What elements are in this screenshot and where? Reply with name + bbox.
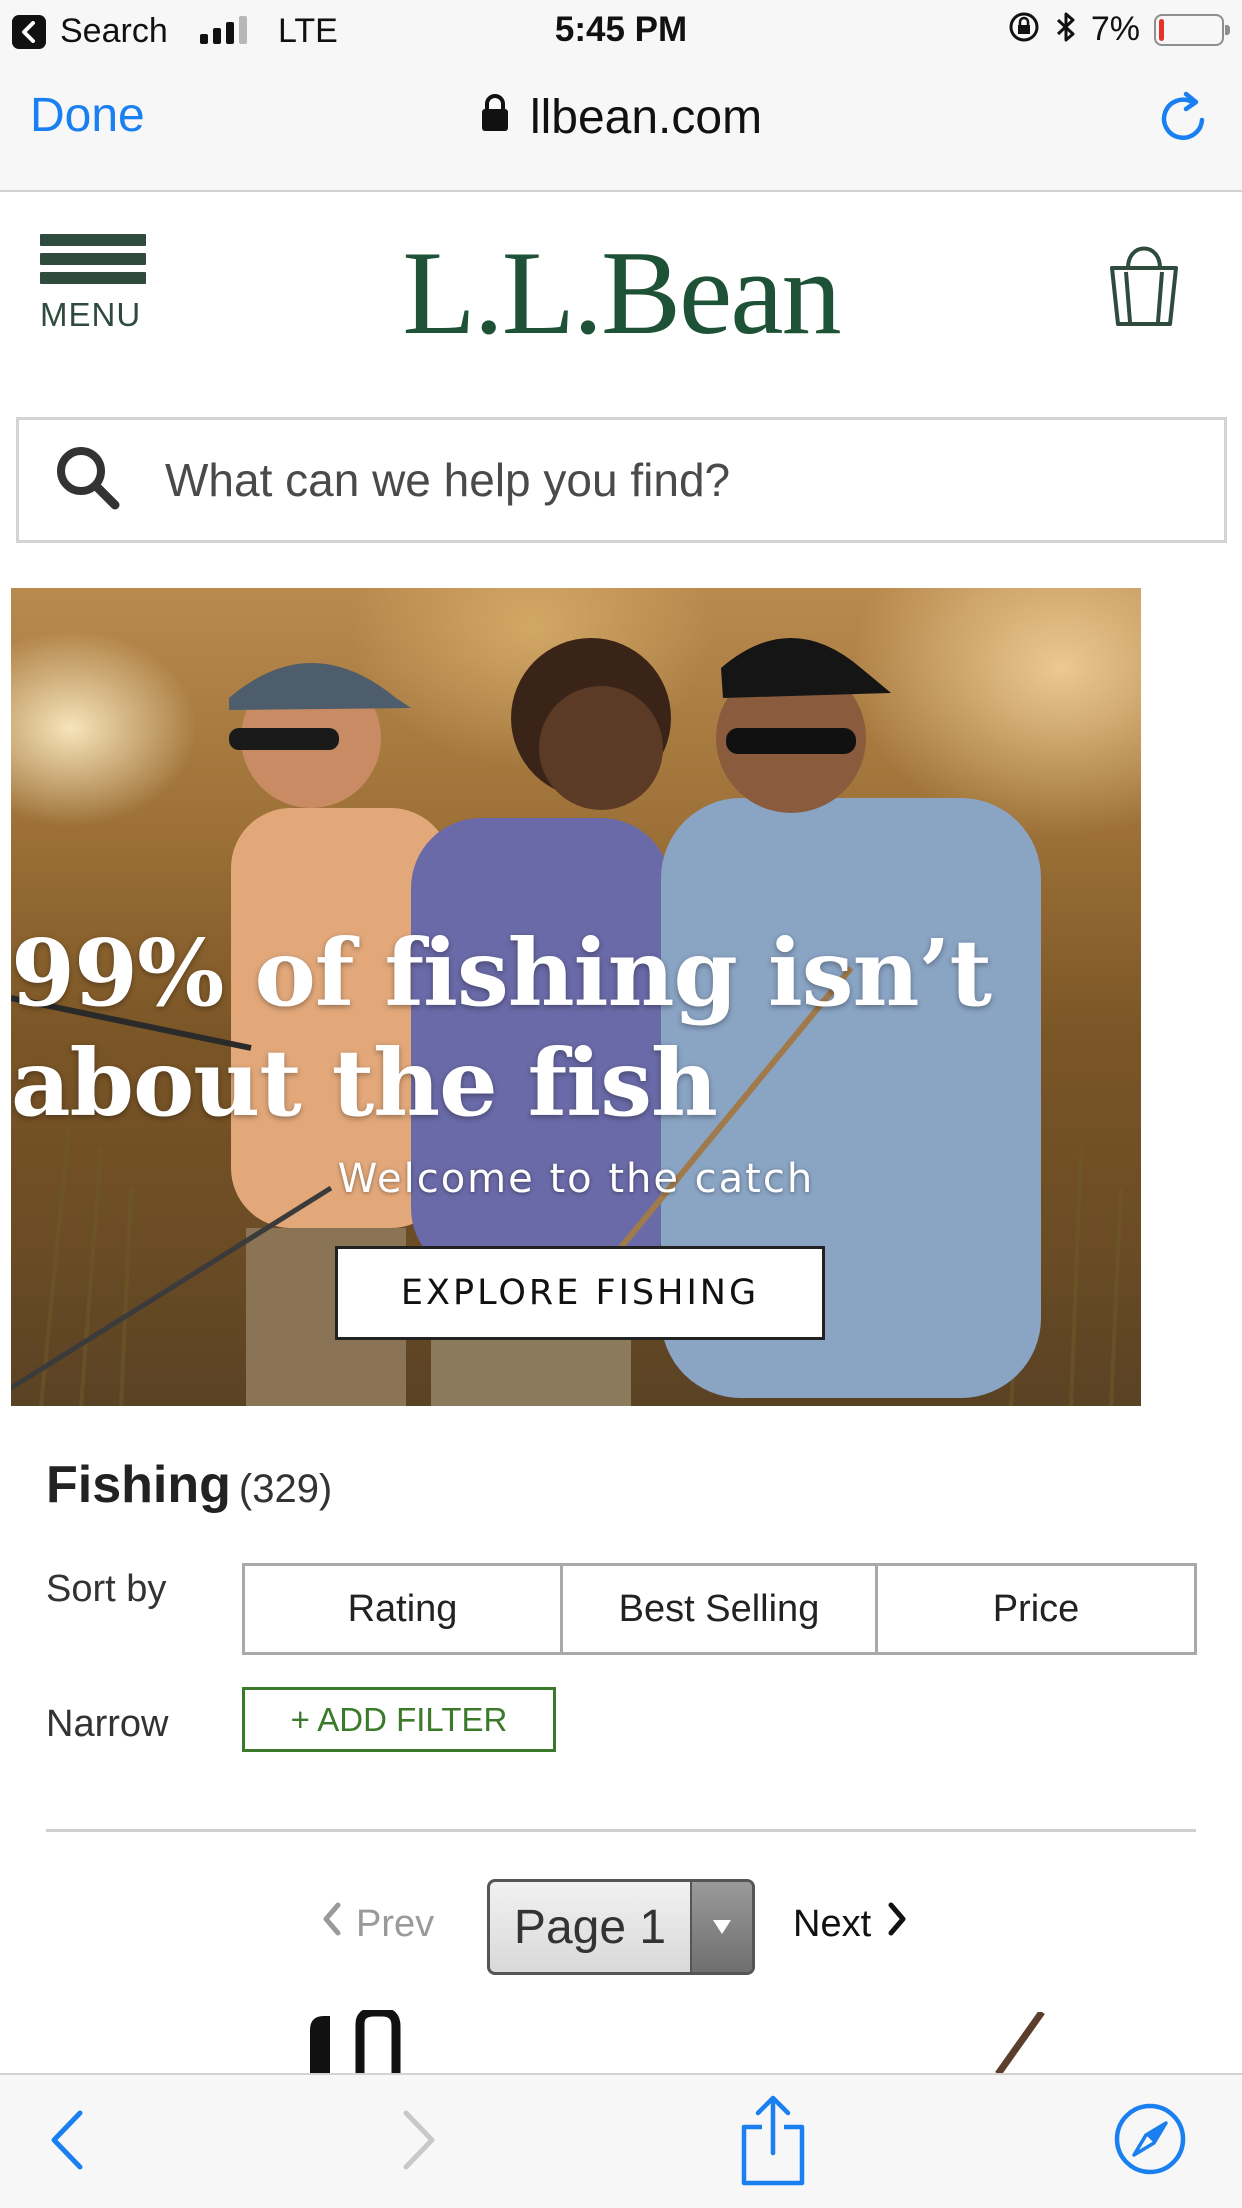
narrow-label: Narrow [46,1703,169,1745]
forward-button[interactable] [392,2107,442,2176]
forward-icon [392,2110,442,2176]
bottom-toolbar [0,2073,1242,2208]
share-button[interactable] [738,2093,808,2192]
orientation-lock-icon [1007,10,1041,49]
compass-icon [1112,2103,1188,2180]
status-right-group: 7% [1007,10,1230,49]
category-count: (329) [238,1467,333,1511]
explore-fishing-button[interactable]: EXPLORE FISHING [335,1246,825,1340]
hero-headline: 99% of fishing isn’t about the fish [11,918,1141,1138]
sort-best-selling-button[interactable]: Best Selling [563,1566,878,1652]
sort-price-button[interactable]: Price [878,1566,1194,1652]
sort-rating-button[interactable]: Rating [245,1566,563,1652]
lock-icon [480,90,510,145]
status-bar: Search LTE 5:45 PM 7% [0,0,1242,64]
address-bar[interactable]: llbean.com [0,90,1242,145]
hero-headline-line2: about the fish [11,1029,718,1137]
next-label: Next [793,1902,872,1945]
sort-options: Rating Best Selling Price [242,1563,1197,1655]
page-select[interactable]: Page 1 [487,1879,755,1975]
shopping-bag-button[interactable] [1104,232,1184,331]
hero-banner[interactable]: 99% of fishing isn’t about the fish Welc… [11,588,1141,1406]
dropdown-arrow-icon [690,1882,752,1972]
category-title: Fishing (329) [46,1455,332,1515]
sort-label: Sort by [46,1568,167,1610]
reload-button[interactable] [1156,90,1212,146]
next-page-button[interactable]: Next [793,1902,907,1946]
prev-label: Prev [356,1902,435,1945]
shopping-bag-icon [1104,246,1184,331]
page-select-value: Page 1 [513,1900,667,1954]
site-logo[interactable]: L.L.Bean [0,224,1242,362]
battery-icon [1154,13,1230,46]
back-icon [44,2110,94,2176]
search-icon[interactable] [53,443,123,518]
divider [46,1829,1196,1832]
hero-headline-line1: 99% of fishing isn’t [11,919,992,1027]
add-filter-button[interactable]: + ADD FILTER [242,1687,556,1752]
reload-icon [1156,91,1212,149]
category-name: Fishing [46,1456,231,1514]
url-text: llbean.com [529,91,763,144]
product-image-right[interactable] [990,2009,1050,2079]
battery-percent: 7% [1090,10,1140,48]
chevron-right-icon [887,1902,907,1946]
battery-level [1159,18,1164,41]
prev-page-button[interactable]: Prev [322,1902,434,1946]
open-in-safari-button[interactable] [1112,2101,1188,2180]
bluetooth-icon [1055,10,1077,49]
chevron-left-icon [322,1902,342,1946]
search-bar [16,417,1227,543]
hero-subtitle: Welcome to the catch [337,1156,815,1202]
site-header: MENU L.L.Bean [0,194,1242,404]
browser-bar: Done llbean.com [0,64,1242,192]
search-input[interactable] [165,453,1165,507]
back-button[interactable] [44,2107,94,2176]
product-image-left[interactable] [300,2007,410,2079]
share-icon [738,2095,808,2192]
